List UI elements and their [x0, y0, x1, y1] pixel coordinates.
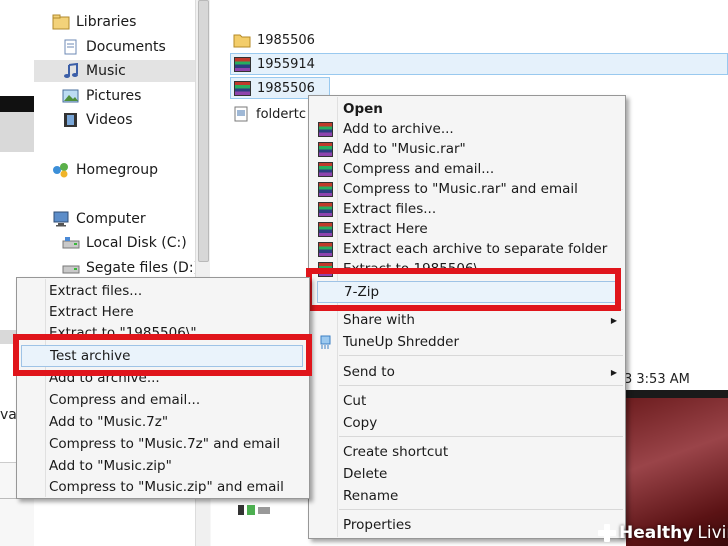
- menu-item-cut[interactable]: Cut: [309, 391, 625, 411]
- file-name: 1985506: [257, 32, 315, 48]
- 7zip-submenu: Extract files... Extract Here Extract to…: [16, 277, 310, 499]
- homegroup-icon: [52, 162, 70, 178]
- submenu-item-add-to-7z[interactable]: Add to "Music.7z": [17, 412, 309, 432]
- menu-item-extract-here[interactable]: Extract Here: [309, 219, 625, 239]
- nav-item-label: Pictures: [86, 88, 142, 104]
- winrar-archive-icon: [234, 80, 251, 96]
- menu-item-extract-files[interactable]: Extract files...: [309, 199, 625, 219]
- winrar-icon: [318, 141, 333, 157]
- menu-item-create-shortcut[interactable]: Create shortcut: [309, 442, 625, 462]
- pictures-icon: [62, 88, 80, 104]
- drive-icon: [62, 235, 80, 251]
- nav-item-label: Homegroup: [76, 162, 159, 178]
- submenu-item-add-to-zip[interactable]: Add to "Music.zip": [17, 456, 309, 476]
- menu-item-tuneup-shredder[interactable]: TuneUp Shredder: [309, 332, 625, 352]
- music-icon: [62, 62, 80, 79]
- nav-item-music[interactable]: Music: [34, 60, 195, 82]
- winrar-icon: [318, 201, 333, 217]
- documents-icon: [62, 39, 80, 55]
- tray-icons-fragment: [238, 504, 272, 516]
- nav-item-pictures[interactable]: Pictures: [62, 85, 141, 107]
- nav-item-libraries[interactable]: Libraries: [52, 11, 136, 33]
- submenu-arrow-icon: ▶: [610, 367, 617, 377]
- submenu-item-compress-zip-email[interactable]: Compress to "Music.zip" and email: [17, 477, 309, 497]
- nav-item-homegroup[interactable]: Homegroup: [52, 159, 158, 181]
- drive-icon: [62, 260, 80, 276]
- winrar-icon: [318, 181, 333, 197]
- nav-item-label: Music: [86, 63, 126, 79]
- submenu-item-extract-here[interactable]: Extract Here: [17, 302, 309, 322]
- nav-item-label: Local Disk (C:): [86, 235, 187, 251]
- menu-item-share-with[interactable]: Share with ▶: [309, 310, 625, 330]
- libraries-icon: [52, 14, 70, 30]
- highlight-test-archive-box: [13, 334, 312, 376]
- menu-item-compress-to-rar-email[interactable]: Compress to "Music.rar" and email: [309, 179, 625, 199]
- menu-item-add-to-archive[interactable]: Add to archive...: [309, 119, 625, 139]
- shredder-icon: [318, 335, 333, 350]
- nav-item-label: Documents: [86, 39, 166, 55]
- menu-item-copy[interactable]: Copy: [309, 413, 625, 433]
- menu-item-rename[interactable]: Rename: [309, 486, 625, 506]
- file-row[interactable]: foldertc: [233, 103, 313, 125]
- nav-item-local-disk[interactable]: Local Disk (C:): [62, 232, 187, 254]
- plus-logo-icon: [598, 524, 616, 542]
- submenu-arrow-icon: ▶: [610, 315, 617, 325]
- modified-date-fragment: 3 3:53 AM: [624, 372, 690, 387]
- nav-item-label: Segate files (D:): [86, 260, 200, 276]
- scrollbar-thumb[interactable]: [198, 0, 209, 262]
- healthy-living-watermark: Healthy Living: [598, 520, 728, 546]
- file-name: 1985506: [257, 80, 315, 96]
- menu-item-delete[interactable]: Delete: [309, 464, 625, 484]
- winrar-archive-icon: [234, 56, 251, 72]
- submenu-item-compress-and-email[interactable]: Compress and email...: [17, 390, 309, 410]
- nav-item-label: Computer: [76, 211, 146, 227]
- file-row[interactable]: 1985506: [233, 29, 383, 51]
- file-row-selected[interactable]: 1955914: [230, 53, 728, 75]
- winrar-icon: [318, 221, 333, 237]
- folder-icon: [233, 32, 251, 48]
- nav-item-label: Libraries: [76, 14, 137, 30]
- file-name: 1955914: [257, 56, 315, 72]
- submenu-item-compress-7z-email[interactable]: Compress to "Music.7z" and email: [17, 434, 309, 454]
- file-name: foldertc: [256, 106, 306, 122]
- menu-item-extract-each-archive[interactable]: Extract each archive to separate folder: [309, 239, 625, 259]
- winrar-icon: [318, 161, 333, 177]
- nav-item-videos[interactable]: Videos: [62, 109, 133, 131]
- nav-item-segate-files[interactable]: Segate files (D:): [62, 257, 199, 279]
- nav-item-documents[interactable]: Documents: [62, 36, 166, 58]
- menu-item-compress-and-email[interactable]: Compress and email...: [309, 159, 625, 179]
- computer-icon: [52, 211, 70, 227]
- menu-item-open[interactable]: Open: [309, 99, 625, 119]
- nav-item-label: Videos: [86, 112, 133, 128]
- videos-icon: [62, 112, 80, 128]
- submenu-item-extract-files[interactable]: Extract files...: [17, 281, 309, 301]
- winrar-icon: [318, 241, 333, 257]
- menu-item-add-to-music-rar[interactable]: Add to "Music.rar": [309, 139, 625, 159]
- winrar-icon: [318, 121, 333, 137]
- file-context-menu: Open Add to archive... Add to "Music.rar…: [308, 95, 626, 539]
- nav-item-computer[interactable]: Computer: [52, 208, 146, 230]
- highlight-7zip-box: [306, 268, 621, 311]
- menu-item-send-to[interactable]: Send to ▶: [309, 362, 625, 382]
- menu-item-properties[interactable]: Properties: [309, 515, 625, 535]
- file-icon: [233, 106, 250, 122]
